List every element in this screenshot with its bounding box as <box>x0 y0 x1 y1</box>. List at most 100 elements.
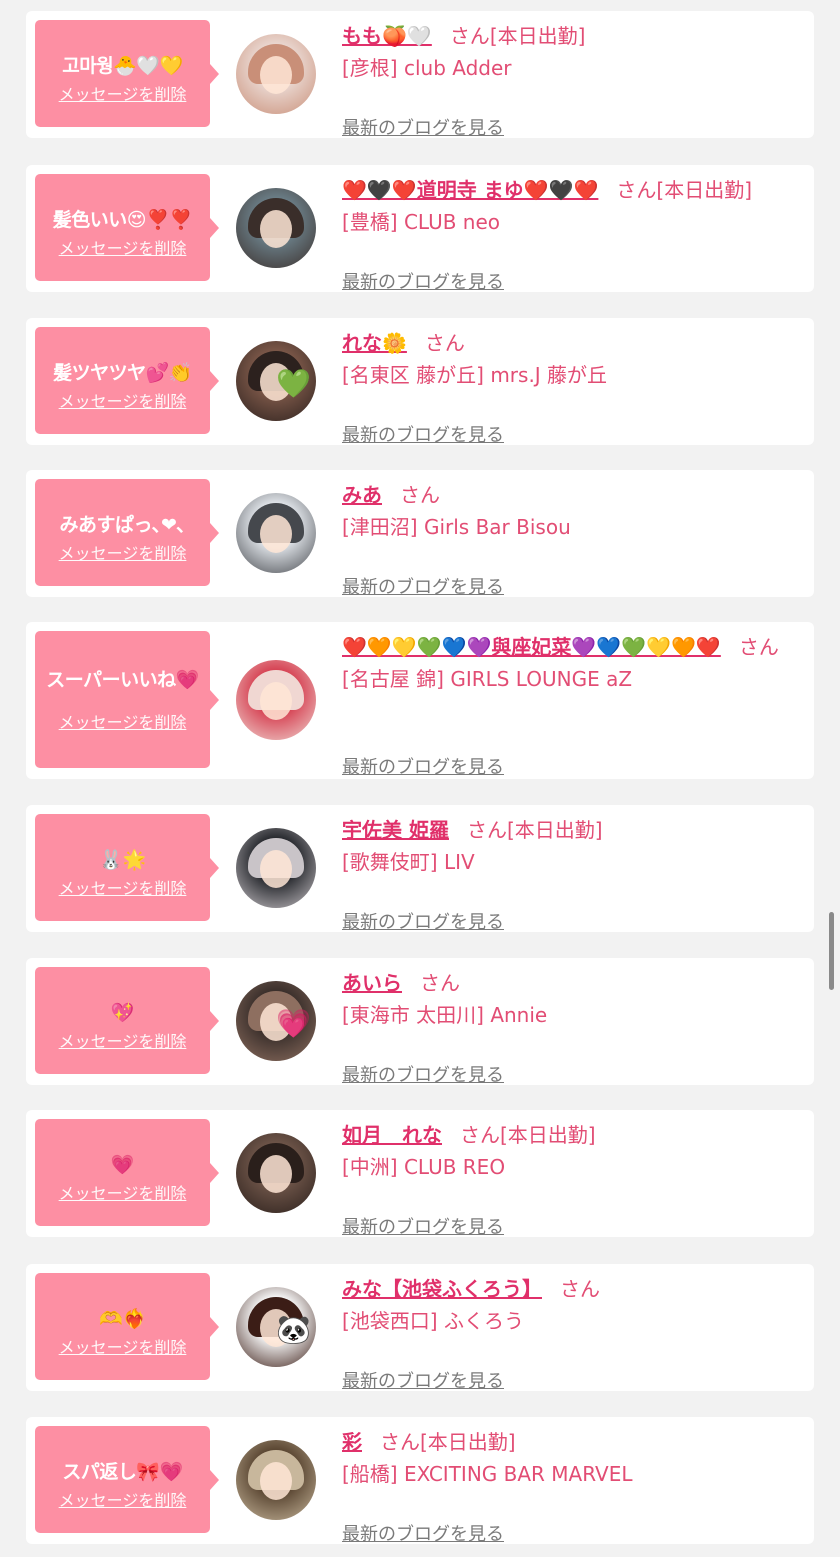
scrollbar[interactable] <box>829 912 834 990</box>
honorific: さん <box>460 1123 500 1147</box>
delete-message-link[interactable]: メッセージを削除 <box>35 235 210 259</box>
avatar-face <box>260 210 292 248</box>
message-card: 💗 メッセージを削除 如月 れな さん[本日出勤] [中洲] CLUB REO 最… <box>26 1110 814 1239</box>
message-bubble: スーパーいいね💗 メッセージを削除 <box>35 631 219 768</box>
avatar-face <box>260 1155 292 1193</box>
avatar[interactable] <box>236 34 316 114</box>
latest-blog-link[interactable]: 最新のブログを見る <box>342 573 504 599</box>
avatar[interactable] <box>236 188 316 268</box>
avatar-sticker-icon: 💚 <box>276 367 311 400</box>
avatar[interactable]: 💗 <box>236 981 316 1061</box>
avatar[interactable] <box>236 660 316 740</box>
today-status: [本日出勤] <box>500 1123 596 1147</box>
name-line: みな【池袋ふくろう】 さん <box>342 1275 802 1303</box>
message-bubble: 髪ツヤツヤ💕👏 メッセージを削除 <box>35 327 219 434</box>
cast-name-link[interactable]: れな🌼 <box>342 331 407 355</box>
honorific: さん <box>616 178 657 202</box>
cast-info: ❤️🧡💛💚💙💜與座妃菜💜💙💚💛🧡❤️ さん [名古屋 錦] GIRLS LOUNG… <box>342 633 802 778</box>
cast-name-link[interactable]: ❤️🧡💛💚💙💜與座妃菜💜💙💚💛🧡❤️ <box>342 635 721 659</box>
shop-name: [中洲] CLUB REO <box>342 1155 506 1179</box>
cast-name-link[interactable]: みな【池袋ふくろう】 <box>342 1277 542 1301</box>
latest-blog-link[interactable]: 最新のブログを見る <box>342 1520 504 1546</box>
avatar-face <box>260 515 292 553</box>
honorific: さん <box>560 1277 600 1301</box>
latest-blog-link[interactable]: 最新のブログを見る <box>342 114 504 140</box>
cast-name-link[interactable]: もも🍑🤍 <box>342 24 432 48</box>
avatar[interactable] <box>236 493 316 573</box>
cast-info: もも🍑🤍 さん[本日出勤] [彦根] club Adder 最新のブログを見る <box>342 22 802 139</box>
avatar[interactable] <box>236 1440 316 1520</box>
cast-name-link[interactable]: ❤️🖤❤️道明寺 まゆ❤️🖤❤️ <box>342 178 598 202</box>
cast-info: みな【池袋ふくろう】 さん [池袋西口] ふくろう 最新のブログを見る <box>342 1275 802 1392</box>
message-text: 💗 <box>110 1154 135 1176</box>
latest-blog-link[interactable]: 最新のブログを見る <box>342 421 504 447</box>
shop-name: [名東区 藤が丘] mrs.J 藤が丘 <box>342 363 608 387</box>
name-line: ❤️🖤❤️道明寺 まゆ❤️🖤❤️ さん[本日出勤] <box>342 176 802 204</box>
cast-name-link[interactable]: 如月 れな <box>342 1123 442 1147</box>
honorific: さん <box>380 1430 420 1454</box>
cast-name-link[interactable]: みあ <box>342 483 382 507</box>
message-text: スーパーいいね💗 <box>46 669 199 691</box>
shop-name: [東海市 太田川] Annie <box>342 1003 548 1027</box>
honorific: さん <box>400 483 440 507</box>
latest-blog-link[interactable]: 最新のブログを見る <box>342 908 504 934</box>
latest-blog-link[interactable]: 最新のブログを見る <box>342 268 504 294</box>
cast-info: あいら さん [東海市 太田川] Annie 最新のブログを見る <box>342 969 802 1086</box>
message-bubble: 🫶❤️‍🔥 メッセージを削除 <box>35 1273 219 1380</box>
delete-message-link[interactable]: メッセージを削除 <box>35 388 210 412</box>
message-text: スパ返し🎀💗 <box>62 1461 183 1483</box>
message-text: 고마웡🐣🤍💛 <box>62 55 183 77</box>
name-line: もも🍑🤍 さん[本日出勤] <box>342 22 802 50</box>
delete-message-link[interactable]: メッセージを削除 <box>35 540 210 564</box>
avatar-face <box>260 56 292 94</box>
message-card: スーパーいいね💗 メッセージを削除 ❤️🧡💛💚💙💜與座妃菜💜💙💚💛🧡❤️ さん [… <box>26 622 814 779</box>
message-card: みあすぱっ､❤︎､ メッセージを削除 みあ さん [津田沼] Girls Bar … <box>26 470 814 599</box>
shop-name: [津田沼] Girls Bar Bisou <box>342 515 571 539</box>
name-line: ❤️🧡💛💚💙💜與座妃菜💜💙💚💛🧡❤️ さん <box>342 633 802 661</box>
cast-name-link[interactable]: 彩 <box>342 1430 362 1454</box>
message-card: 🫶❤️‍🔥 メッセージを削除 🐼 みな【池袋ふくろう】 さん [池袋西口] ふくろ… <box>26 1264 814 1392</box>
today-status: [本日出勤] <box>656 178 752 202</box>
message-bubble: 💖 メッセージを削除 <box>35 967 219 1074</box>
avatar-sticker-icon: 🐼 <box>276 1313 311 1346</box>
avatar[interactable]: 🐼 <box>236 1287 316 1367</box>
message-text: 🫶❤️‍🔥 <box>99 1308 146 1330</box>
name-line: みあ さん <box>342 481 802 509</box>
delete-message-link[interactable]: メッセージを削除 <box>35 1028 210 1052</box>
avatar[interactable]: 💚 <box>236 341 316 421</box>
message-bubble: 🐰🌟 メッセージを削除 <box>35 814 219 921</box>
delete-message-link[interactable]: メッセージを削除 <box>35 709 210 733</box>
message-text: 髪ツヤツヤ💕👏 <box>53 362 192 384</box>
message-card: 🐰🌟 メッセージを削除 宇佐美 姫羅 さん[本日出勤] [歌舞伎町] LIV 最新… <box>26 805 814 933</box>
latest-blog-link[interactable]: 最新のブログを見る <box>342 753 504 779</box>
avatar[interactable] <box>236 828 316 908</box>
latest-blog-link[interactable]: 最新のブログを見る <box>342 1367 504 1393</box>
avatar[interactable] <box>236 1133 316 1213</box>
latest-blog-link[interactable]: 最新のブログを見る <box>342 1061 504 1087</box>
cast-name-link[interactable]: 宇佐美 姫羅 <box>342 818 449 842</box>
message-bubble: 髪色いい😍❣️❣️ メッセージを削除 <box>35 174 219 281</box>
message-card: 고마웡🐣🤍💛 メッセージを削除 もも🍑🤍 さん[本日出勤] [彦根] club A… <box>26 11 814 139</box>
avatar-sticker-icon: 💗 <box>276 1007 311 1040</box>
delete-message-link[interactable]: メッセージを削除 <box>35 81 210 105</box>
shop-name: [歌舞伎町] LIV <box>342 850 475 874</box>
message-bubble: 고마웡🐣🤍💛 メッセージを削除 <box>35 20 219 127</box>
cast-name-link[interactable]: あいら <box>342 971 402 995</box>
delete-message-link[interactable]: メッセージを削除 <box>35 1487 210 1511</box>
latest-blog-link[interactable]: 最新のブログを見る <box>342 1213 504 1239</box>
shop-name: [名古屋 錦] GIRLS LOUNGE aZ <box>342 667 633 691</box>
today-status: [本日出勤] <box>420 1430 516 1454</box>
message-bubble: スパ返し🎀💗 メッセージを削除 <box>35 1426 219 1533</box>
today-status: [本日出勤] <box>489 24 586 48</box>
delete-message-link[interactable]: メッセージを削除 <box>35 1334 210 1358</box>
cast-info: れな🌼 さん [名東区 藤が丘] mrs.J 藤が丘 最新のブログを見る <box>342 329 802 446</box>
avatar-face <box>260 850 292 888</box>
honorific: さん <box>449 24 490 48</box>
delete-message-link[interactable]: メッセージを削除 <box>35 1180 210 1204</box>
delete-message-link[interactable]: メッセージを削除 <box>35 875 210 899</box>
message-list: 고마웡🐣🤍💛 メッセージを削除 もも🍑🤍 さん[本日出勤] [彦根] club A… <box>0 0 840 1557</box>
cast-info: 宇佐美 姫羅 さん[本日出勤] [歌舞伎町] LIV 最新のブログを見る <box>342 816 802 933</box>
message-text: みあすぱっ､❤︎､ <box>59 514 186 536</box>
honorific: さん <box>424 331 465 355</box>
message-text: 🐰🌟 <box>99 849 146 871</box>
